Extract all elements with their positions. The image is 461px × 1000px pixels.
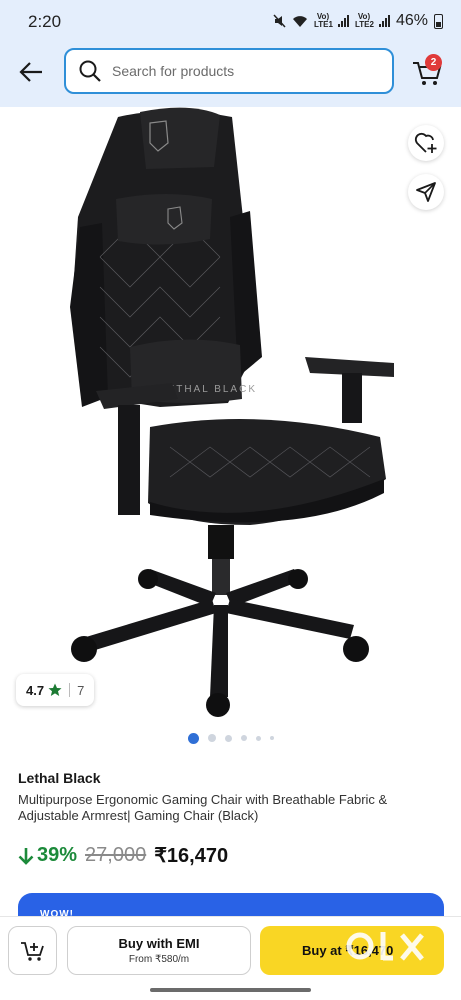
share-button[interactable] [408,174,444,210]
signal-bars-2-icon [378,15,390,27]
discount-percent: 39% [18,844,77,867]
wifi-icon [292,15,307,27]
search-placeholder: Search for products [112,63,235,79]
carousel-dot[interactable] [207,734,216,742]
carousel-dot[interactable] [224,734,232,742]
original-price: 27,000 [85,844,147,866]
heart-add-icon [414,132,437,153]
cart-add-icon [20,941,44,961]
carousel-dot[interactable] [187,732,199,744]
product-image-gallery[interactable]: LETHAL BLACK 4.7 7 [0,107,461,722]
carousel-dot[interactable] [255,735,261,741]
buy-with-emi-button[interactable]: Buy with EMI From ₹580/m [67,926,251,975]
product-title: Multipurpose Ergonomic Gaming Chair with… [18,792,388,823]
emi-title: Buy with EMI [118,936,200,951]
cart-count-badge: 2 [425,54,442,71]
rating-divider [69,683,71,697]
status-time: 2:20 [28,12,62,31]
star-icon [48,683,62,696]
signal-bars-1-icon [337,15,349,27]
selling-price: ₹16,470 [154,845,229,867]
rating-value: 4.7 [26,682,45,698]
product-brand: Lethal Black [18,770,101,786]
emi-subtitle: From ₹580/m [128,954,190,965]
rating-count: 7 [77,682,85,698]
share-icon [416,182,436,202]
search-icon [79,60,101,82]
carousel-dot[interactable] [269,736,274,740]
battery-icon [434,13,443,29]
carousel-pagination[interactable] [0,730,461,746]
back-arrow-icon[interactable] [18,58,46,86]
olx-watermark [346,932,424,961]
battery-percent: 46% [395,12,428,29]
sim1-label: Vo) LTE1 [313,12,333,29]
down-arrow-icon [18,847,34,865]
carousel-dot[interactable] [240,735,247,741]
status-bar: 2:20 Vo) LTE1 Vo) LTE2 46% [0,0,461,44]
price-row: 39% 27,000 ₹16,470 [18,843,228,868]
gaming-chair-photo: LETHAL BLACK [70,107,394,717]
add-to-cart-button[interactable] [8,926,57,975]
gesture-handle [150,988,311,992]
status-icons: Vo) LTE1 Vo) LTE2 46% [273,12,443,30]
mute-icon [273,14,286,28]
top-header: 2:20 Vo) LTE1 Vo) LTE2 46% Search for pr… [0,0,461,107]
rating-chip[interactable]: 4.7 7 [16,674,95,706]
wishlist-button[interactable] [408,125,444,161]
search-input[interactable]: Search for products [64,48,394,94]
sim2-label: Vo) LTE2 [354,12,374,29]
discount-value: 39% [37,844,78,866]
